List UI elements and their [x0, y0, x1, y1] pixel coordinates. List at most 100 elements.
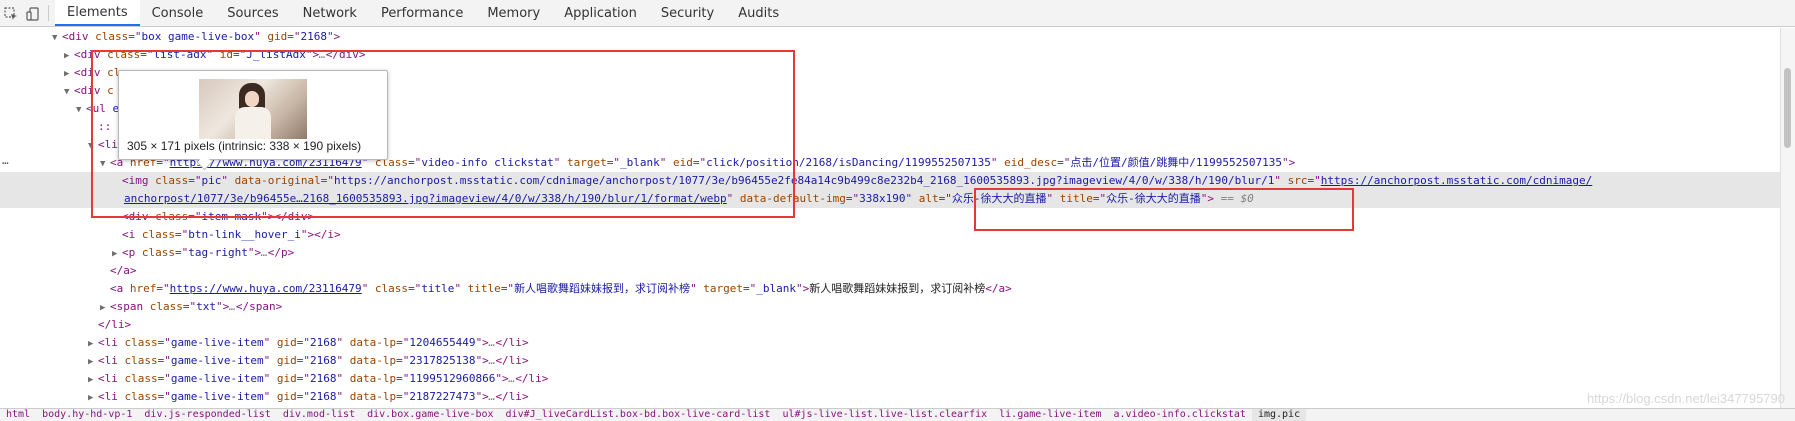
code-token-tag: div — [128, 210, 149, 223]
code-token-tag: div — [338, 48, 359, 61]
code-token-val: pic — [201, 174, 222, 187]
code-token-punc: =" — [500, 282, 515, 295]
tab-application[interactable]: Application — [552, 0, 649, 26]
breadcrumb-item[interactable]: img.pic — [1251, 409, 1307, 421]
code-token-link[interactable]: https://www.huya.com/23116479 — [170, 282, 362, 295]
code-token-punc: =" — [182, 300, 197, 313]
code-token-val: video-info clickstat — [421, 156, 554, 169]
collapse-arrow-icon[interactable]: ▼ — [88, 137, 98, 155]
expand-arrow-icon[interactable]: ▶ — [88, 353, 98, 371]
tree-node-selected[interactable]: anchorpost/1077/3e/b96455e…2168_16005358… — [0, 190, 1780, 208]
code-token-dim: == $0 — [1213, 192, 1254, 205]
code-token-val: title — [421, 282, 455, 295]
collapse-arrow-icon[interactable]: ▼ — [100, 155, 110, 173]
breadcrumb-item[interactable]: div#J_liveCardList.box-bd.box-live-card-… — [500, 409, 777, 421]
expand-arrow-icon[interactable]: ▶ — [88, 371, 98, 389]
code-token-tag: li — [508, 354, 522, 367]
code-token-attr: data-original — [228, 174, 321, 187]
tree-node[interactable]: ▼ <div class="box game-live-box" gid="216… — [0, 28, 1780, 46]
tab-memory[interactable]: Memory — [475, 0, 552, 26]
tree-node[interactable]: </a> — [0, 262, 1780, 280]
expand-arrow-icon[interactable]: ▶ — [112, 245, 122, 263]
code-token-punc: =" — [157, 354, 171, 367]
scrollbar-thumb[interactable] — [1784, 68, 1791, 148]
code-token-tag: p — [280, 246, 288, 259]
code-token-attr: src — [1281, 174, 1308, 187]
breadcrumb-item[interactable]: ul#js-live-list.live-list.clearfix — [776, 409, 993, 421]
collapse-arrow-icon[interactable]: ▼ — [52, 29, 62, 47]
tree-node[interactable]: ▶ <li class="game-live-item" gid="2168" d… — [0, 334, 1780, 352]
code-token-tag: :: — [98, 120, 112, 133]
code-token-link[interactable]: anchorpost/1077/3e/b96455e…2168_16005358… — [124, 192, 727, 205]
code-token-attr: class — [135, 228, 175, 241]
vertical-scrollbar[interactable] — [1780, 28, 1795, 408]
breadcrumb-item[interactable]: html — [0, 409, 36, 421]
code-token-punc: =" — [396, 372, 410, 385]
tab-performance[interactable]: Performance — [369, 0, 475, 26]
tree-node-selected[interactable]: <img class="pic" data-original="https://… — [0, 172, 1780, 190]
breadcrumb-item[interactable]: body.hy-hd-vp-1 — [36, 409, 138, 421]
code-token-punc: =" — [408, 282, 422, 295]
tree-node[interactable]: ▶ <div class="list-adx" id="J_listAdx">…<… — [0, 46, 1780, 64]
expand-arrow-icon[interactable]: ▶ — [64, 65, 74, 83]
code-token-punc: "> — [216, 300, 230, 313]
collapse-arrow-icon[interactable]: ▼ — [64, 83, 74, 101]
code-token-punc: "> — [326, 30, 341, 43]
tree-node[interactable]: <a href="https://www.huya.com/23116479" … — [0, 280, 1780, 298]
tab-network[interactable]: Network — [291, 0, 369, 26]
code-token-tag: div — [80, 84, 101, 97]
code-token-punc: =" — [296, 336, 310, 349]
expand-arrow-icon[interactable]: ▶ — [64, 47, 74, 65]
tree-node[interactable]: ▶ <li class="game-live-item" gid="2168" d… — [0, 388, 1780, 406]
code-token-attr: class — [117, 390, 158, 403]
code-token-val: 新人唱歌舞蹈妹妹报到，求订阅补榜 — [514, 282, 691, 295]
expand-arrow-icon[interactable]: ▶ — [88, 389, 98, 407]
tab-elements[interactable]: Elements — [55, 0, 140, 26]
tab-console[interactable]: Console — [140, 0, 216, 26]
tree-node[interactable]: ▶ <li class="game-live-item" gid="2168" d… — [0, 370, 1780, 388]
code-token-punc: > — [129, 264, 137, 277]
breadcrumb-item[interactable]: li.game-live-item — [993, 409, 1107, 421]
code-token-link[interactable]: https://anchorpost.msstatic.com/cdnimage… — [1321, 174, 1593, 187]
code-token-punc: </ — [314, 228, 328, 241]
code-token-dim: … — [319, 48, 326, 61]
code-token-punc: "> — [300, 228, 315, 241]
tree-node[interactable]: ▶ <span class="txt">…</span> — [0, 298, 1780, 316]
expand-arrow-icon[interactable]: ▶ — [88, 335, 98, 353]
tree-node[interactable]: ▶ <p class="tag-right">…</p> — [0, 244, 1780, 262]
tab-sources[interactable]: Sources — [215, 0, 290, 26]
breadcrumb-item[interactable]: div.box.game-live-box — [361, 409, 499, 421]
tree-node[interactable]: </li> — [0, 316, 1780, 334]
device-toolbar-icon[interactable] — [22, 0, 44, 27]
code-token-attr: data-lp — [343, 390, 397, 403]
breadcrumb-item[interactable]: a.video-info.clickstat — [1108, 409, 1252, 421]
code-token-punc: < — [74, 84, 81, 97]
code-token-punc: > — [124, 318, 132, 331]
breadcrumb-item[interactable]: div.js-responded-list — [138, 409, 276, 421]
code-token-punc: =" — [845, 192, 860, 205]
code-token-attr: class — [117, 336, 158, 349]
inspect-icon[interactable] — [0, 0, 22, 27]
tab-audits[interactable]: Audits — [726, 0, 791, 26]
tree-node[interactable]: <i class="btn-link__hover_i"></i> — [0, 226, 1780, 244]
code-token-val: _blank — [756, 282, 797, 295]
code-token-attr: data-default-img — [733, 192, 846, 205]
code-token-attr: class — [88, 30, 129, 43]
tree-node[interactable]: <div class="item-mask"></div> — [0, 208, 1780, 226]
code-token-punc: < — [98, 354, 105, 367]
tree-node[interactable]: ▶ <li class="game-live-item" gid="2168" d… — [0, 352, 1780, 370]
tab-security[interactable]: Security — [649, 0, 726, 26]
code-token-punc: > — [521, 336, 529, 349]
breadcrumb-item[interactable]: div.mod-list — [277, 409, 361, 421]
expand-arrow-icon[interactable]: ▶ — [100, 299, 110, 317]
code-token-punc: " — [1274, 174, 1281, 187]
code-token-val: game-live-item — [170, 336, 264, 349]
watermark: https://blog.csdn.net/lei347795790 — [1586, 391, 1785, 406]
code-token-punc: > — [307, 210, 315, 223]
code-token-punc: =" — [157, 372, 171, 385]
code-token-punc: < — [110, 156, 117, 169]
collapse-arrow-icon[interactable]: ▼ — [76, 101, 86, 119]
code-token-attr: alt — [912, 192, 939, 205]
code-token-dim: … — [261, 246, 268, 259]
image-preview-tooltip: 305 × 171 pixels (intrinsic: 338 × 190 p… — [118, 70, 388, 171]
